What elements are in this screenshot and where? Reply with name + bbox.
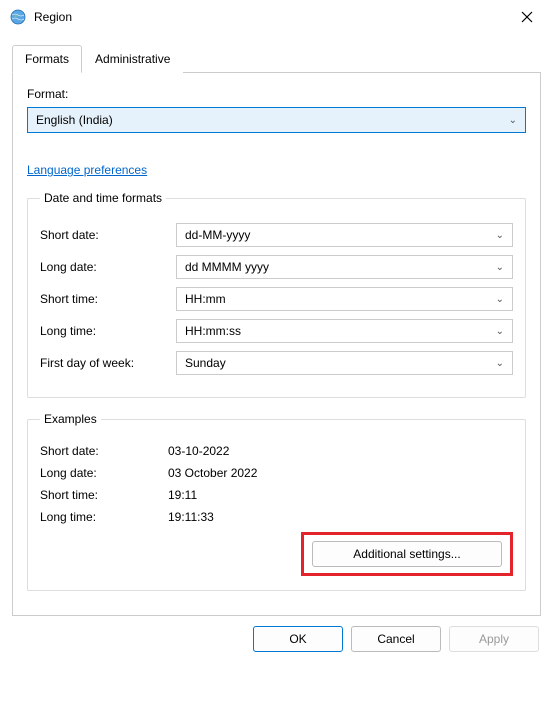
additional-settings-row: Additional settings... — [40, 532, 513, 576]
example-long-date: Long date: 03 October 2022 — [40, 466, 513, 480]
tabs-container: Formats Administrative Format: English (… — [0, 34, 553, 616]
long-date-label: Long date: — [40, 260, 176, 274]
cancel-button[interactable]: Cancel — [351, 626, 441, 652]
datetime-formats-legend: Date and time formats — [40, 191, 166, 205]
titlebar: Region — [0, 0, 553, 34]
chevron-down-icon: ⌄ — [496, 262, 504, 273]
long-time-value: HH:mm:ss — [185, 324, 241, 338]
example-short-time-value: 19:11 — [168, 488, 197, 502]
chevron-down-icon: ⌄ — [496, 230, 504, 241]
first-day-value: Sunday — [185, 356, 226, 370]
short-time-label: Short time: — [40, 292, 176, 306]
dialog-button-row: OK Cancel Apply — [0, 616, 553, 664]
format-select-value: English (India) — [36, 113, 113, 127]
chevron-down-icon: ⌄ — [496, 326, 504, 337]
example-short-date-label: Short date: — [40, 444, 168, 458]
short-date-value: dd-MM-yyyy — [185, 228, 250, 242]
additional-settings-button[interactable]: Additional settings... — [312, 541, 502, 567]
first-day-combo[interactable]: Sunday ⌄ — [176, 351, 513, 375]
long-date-value: dd MMMM yyyy — [185, 260, 269, 274]
short-date-label: Short date: — [40, 228, 176, 242]
examples-group: Examples Short date: 03-10-2022 Long dat… — [27, 412, 526, 591]
ok-button[interactable]: OK — [253, 626, 343, 652]
tab-strip: Formats Administrative — [12, 44, 541, 73]
highlight-annotation: Additional settings... — [301, 532, 513, 576]
example-long-time-value: 19:11:33 — [168, 510, 214, 524]
long-date-combo[interactable]: dd MMMM yyyy ⌄ — [176, 255, 513, 279]
close-button[interactable] — [509, 3, 545, 31]
long-time-combo[interactable]: HH:mm:ss ⌄ — [176, 319, 513, 343]
example-long-date-label: Long date: — [40, 466, 168, 480]
row-short-date: Short date: dd-MM-yyyy ⌄ — [40, 223, 513, 247]
short-time-value: HH:mm — [185, 292, 226, 306]
short-time-combo[interactable]: HH:mm ⌄ — [176, 287, 513, 311]
example-short-date: Short date: 03-10-2022 — [40, 444, 513, 458]
example-long-time: Long time: 19:11:33 — [40, 510, 513, 524]
short-date-combo[interactable]: dd-MM-yyyy ⌄ — [176, 223, 513, 247]
datetime-formats-group: Date and time formats Short date: dd-MM-… — [27, 191, 526, 398]
example-short-time-label: Short time: — [40, 488, 168, 502]
language-preferences-link[interactable]: Language preferences — [27, 163, 147, 177]
window-title: Region — [34, 10, 509, 24]
apply-button[interactable]: Apply — [449, 626, 539, 652]
region-globe-icon — [10, 9, 26, 25]
row-first-day: First day of week: Sunday ⌄ — [40, 351, 513, 375]
tab-content-formats: Format: English (India) ⌄ Language prefe… — [12, 73, 541, 616]
long-time-label: Long time: — [40, 324, 176, 338]
examples-legend: Examples — [40, 412, 101, 426]
chevron-down-icon: ⌄ — [509, 115, 517, 126]
format-label: Format: — [27, 87, 526, 101]
example-long-date-value: 03 October 2022 — [168, 466, 257, 480]
tab-formats[interactable]: Formats — [12, 45, 82, 73]
tab-administrative[interactable]: Administrative — [82, 45, 183, 73]
row-short-time: Short time: HH:mm ⌄ — [40, 287, 513, 311]
example-short-time: Short time: 19:11 — [40, 488, 513, 502]
first-day-label: First day of week: — [40, 356, 176, 370]
row-long-date: Long date: dd MMMM yyyy ⌄ — [40, 255, 513, 279]
close-icon — [521, 11, 533, 23]
chevron-down-icon: ⌄ — [496, 294, 504, 305]
format-select[interactable]: English (India) ⌄ — [27, 107, 526, 133]
row-long-time: Long time: HH:mm:ss ⌄ — [40, 319, 513, 343]
example-short-date-value: 03-10-2022 — [168, 444, 229, 458]
chevron-down-icon: ⌄ — [496, 358, 504, 369]
format-section: Format: English (India) ⌄ — [27, 87, 526, 133]
example-long-time-label: Long time: — [40, 510, 168, 524]
